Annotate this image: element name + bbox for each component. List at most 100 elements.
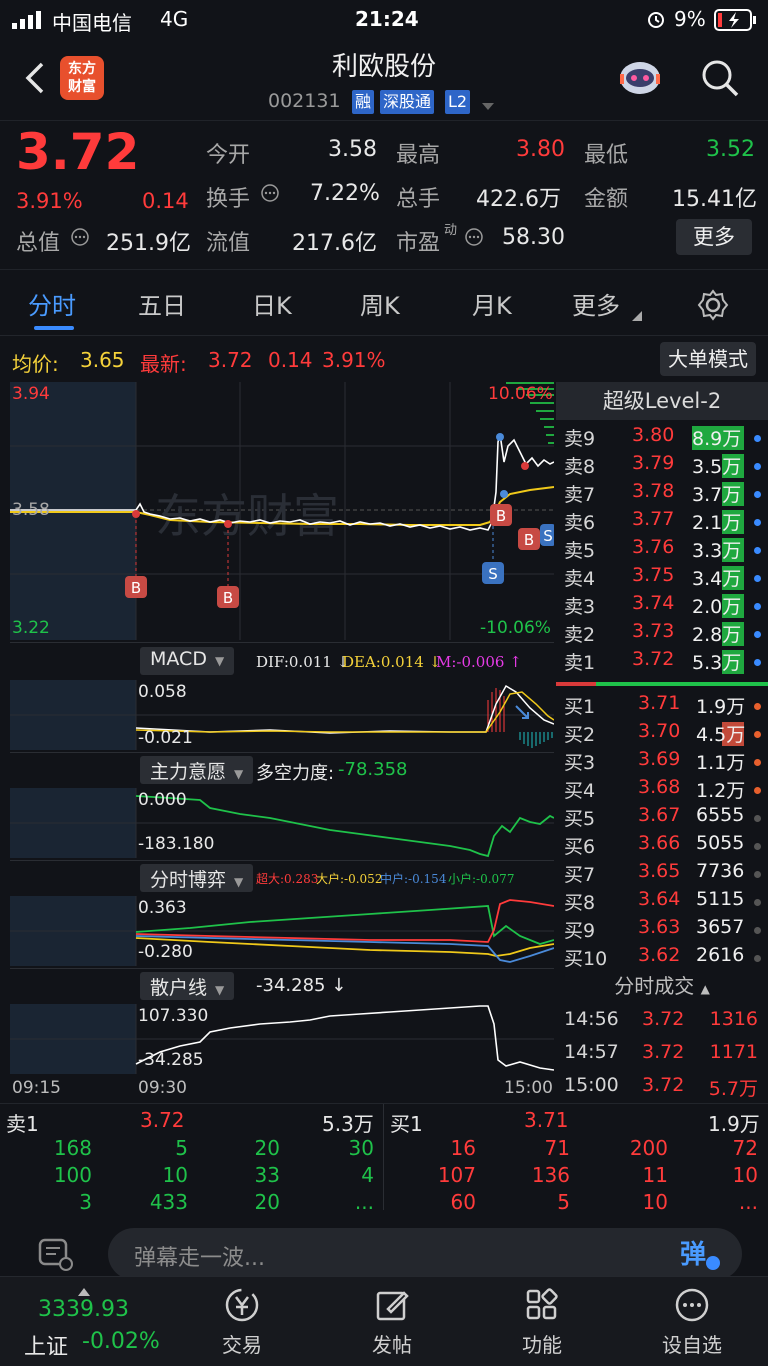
nav-functions[interactable]: 功能 (482, 1285, 602, 1358)
tab-five-day[interactable]: 五日 (138, 286, 186, 321)
nav-trade[interactable]: 交易 (182, 1285, 302, 1358)
index-value[interactable]: 3339.93 (38, 1297, 129, 1322)
queue-buy-cell: 10 (642, 1190, 668, 1214)
ask-row[interactable]: 卖8 3.79 3.5万 (556, 452, 768, 480)
tab-more[interactable]: 更多 (572, 286, 620, 321)
nav-post[interactable]: 发帖 (332, 1285, 452, 1358)
level-dot (754, 659, 761, 666)
dropdown-icon[interactable] (482, 96, 494, 115)
ask-volume: 5.3万 (692, 652, 742, 674)
price-axis-mid: 3.58 (12, 500, 50, 520)
ask-label: 卖9 (564, 428, 596, 450)
bid-volume: 5115 (696, 888, 745, 910)
trade-volume: 5.7万 (708, 1078, 758, 1100)
tab-weekly-k[interactable]: 周K (360, 286, 400, 321)
game-selector[interactable]: 分时博弈 ▼ (140, 864, 254, 892)
bid-row[interactable]: 买8 3.64 5115 (556, 888, 768, 916)
ask-volume: 3.7万 (692, 484, 742, 506)
bid-row[interactable]: 买2 3.70 4.5万 (556, 720, 768, 748)
turnover-value: 7.22% (310, 181, 380, 206)
signal-icon (12, 10, 46, 34)
level-dot (754, 927, 761, 934)
bid-label: 买6 (564, 836, 596, 858)
macd-axis-bottom: -0.021 (138, 728, 193, 748)
settings-gear-icon[interactable] (696, 288, 730, 326)
info-icon[interactable] (464, 227, 484, 251)
ask-label: 卖4 (564, 568, 596, 590)
network-type: 4G (160, 7, 189, 31)
bid-row[interactable]: 买5 3.67 6555 (556, 804, 768, 832)
index-change[interactable]: -0.02% (82, 1329, 160, 1354)
danmu-send-button[interactable]: 弹 (680, 1234, 722, 1274)
bid-row[interactable]: 买3 3.69 1.1万 (556, 748, 768, 776)
info-icon[interactable] (70, 227, 90, 251)
queue-buy-label: 买1 (390, 1112, 423, 1136)
queue-sell-cell: 4 (361, 1163, 374, 1187)
retail-selector[interactable]: 散户线 ▼ (140, 972, 235, 1000)
tab-daily-k[interactable]: 日K (252, 286, 292, 321)
ask-row[interactable]: 卖5 3.76 3.3万 (556, 536, 768, 564)
comment-input[interactable]: 弹幕走一波... 弹 (108, 1228, 742, 1280)
amount-value: 15.41亿 (672, 187, 757, 212)
ask-row[interactable]: 卖4 3.75 3.4万 (556, 564, 768, 592)
level-dot (754, 759, 761, 766)
macd-dif: DIF:0.011 ↓ (256, 653, 350, 671)
ask-row[interactable]: 卖9 3.80 8.9万 (556, 424, 768, 452)
bid-row[interactable]: 买9 3.63 3657 (556, 916, 768, 944)
level-dot (754, 703, 761, 710)
robot-assistant-icon[interactable] (616, 56, 664, 104)
ask-row[interactable]: 卖6 3.77 2.1万 (556, 508, 768, 536)
ask-label: 卖1 (564, 652, 596, 674)
tab-intraday[interactable]: 分时 (28, 286, 76, 321)
info-icon[interactable] (260, 183, 280, 207)
bid-row[interactable]: 买10 3.62 2616 (556, 944, 768, 972)
sell-point-dot (496, 433, 504, 441)
trades-title[interactable]: 分时成交 ▲ (556, 970, 768, 999)
bid-label: 买7 (564, 864, 596, 886)
trade-price: 3.72 (642, 1008, 685, 1030)
tag-level2: L2 (445, 90, 471, 114)
turnover-label: 换手 (206, 187, 251, 212)
search-icon[interactable] (700, 58, 740, 102)
avg-label: 均价: (12, 352, 59, 376)
bid-row[interactable]: 买4 3.68 1.2万 (556, 776, 768, 804)
trade-price: 3.72 (642, 1041, 685, 1063)
bid-volume: 7736 (696, 860, 745, 882)
nav-add-watchlist[interactable]: 设自选 (632, 1285, 752, 1358)
bid-price: 3.68 (638, 776, 681, 798)
queue-sell-price: 3.72 (140, 1108, 185, 1132)
ask-row[interactable]: 卖3 3.74 2.0万 (556, 592, 768, 620)
ask-volume: 3.4万 (692, 568, 742, 590)
game-header: 分时博弈 ▼ 超大:0.283 大户:-0.052 中户:-0.154 小户:-0… (10, 860, 554, 894)
trade-time: 14:57 (564, 1041, 619, 1063)
big-order-mode-button[interactable]: 大单模式 (660, 342, 756, 376)
queue-sell-cell: ... (354, 1190, 374, 1214)
trade-time: 15:00 (564, 1074, 619, 1096)
main-force-selector[interactable]: 主力意愿 ▼ (140, 756, 254, 784)
battery-percent: 9% (674, 7, 706, 31)
intraday-price-chart[interactable]: 东方财富 B B S B B S 3.94 10.06% 3.58 3.22 -… (10, 382, 554, 640)
svg-text:B: B (496, 507, 506, 525)
bid-row[interactable]: 买6 3.66 5055 (556, 832, 768, 860)
macd-selector[interactable]: MACD ▼ (140, 647, 235, 675)
ask-row[interactable]: 卖2 3.73 2.8万 (556, 620, 768, 648)
tab-monthly-k[interactable]: 月K (472, 286, 512, 321)
ask-price: 3.77 (632, 508, 675, 530)
svg-text:B: B (524, 531, 534, 549)
bid-row[interactable]: 买1 3.71 1.9万 (556, 692, 768, 720)
index-name[interactable]: 上证 (24, 1329, 68, 1361)
bid-row[interactable]: 买7 3.65 7736 (556, 860, 768, 888)
ask-volume: 2.1万 (692, 512, 742, 534)
more-button[interactable]: 更多 (676, 219, 752, 255)
ask-row[interactable]: 卖7 3.78 3.7万 (556, 480, 768, 508)
pct-axis-high: 10.06% (488, 384, 553, 404)
ask-row[interactable]: 卖1 3.72 5.3万 (556, 648, 768, 676)
retail-axis-bottom: -34.285 (138, 1050, 204, 1070)
queue-buy-cell: 71 (544, 1136, 570, 1160)
level-dot (754, 547, 761, 554)
time-close: 15:00 (504, 1078, 553, 1098)
orderbook-title[interactable]: 超级Level-2 (556, 382, 768, 420)
danmu-toggle-icon[interactable] (28, 1232, 84, 1278)
retail-chart: 107.330 -34.285 (10, 1004, 554, 1074)
corner-triangle-icon (632, 306, 642, 325)
